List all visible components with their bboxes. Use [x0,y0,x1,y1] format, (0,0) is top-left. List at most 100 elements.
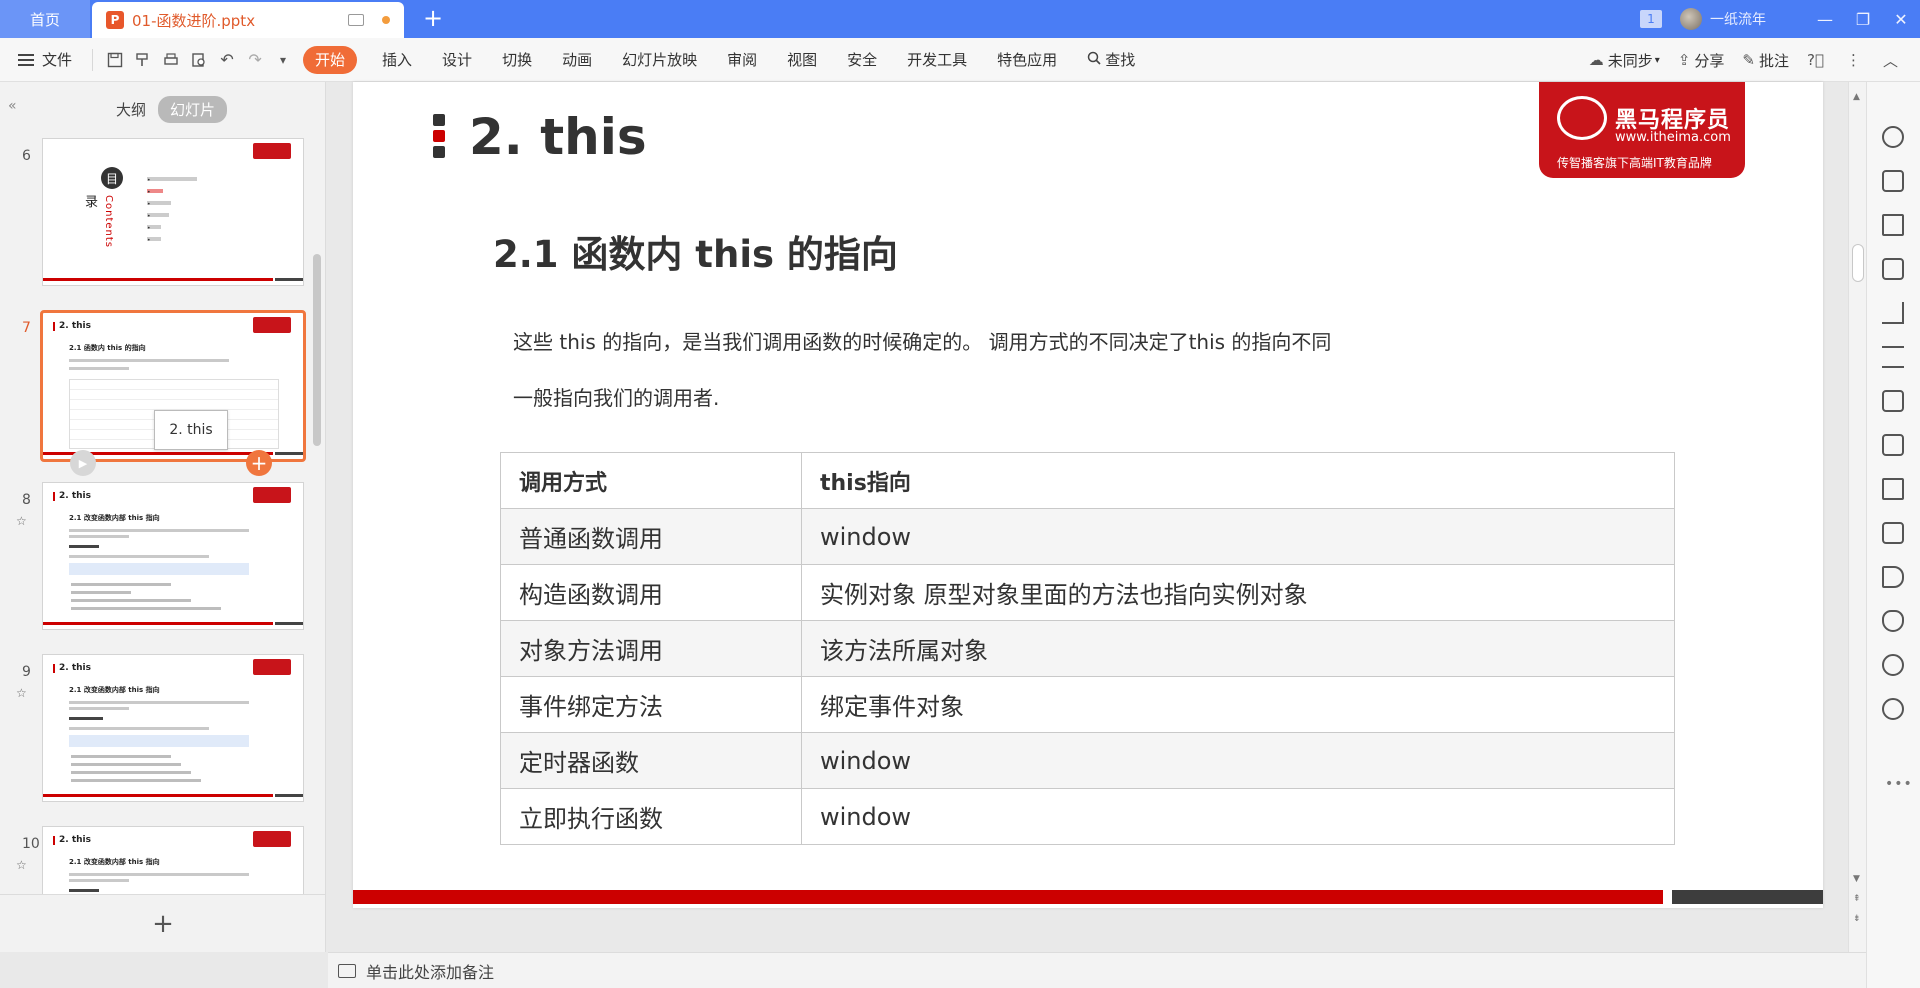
toc-item [147,225,161,229]
window-count-badge[interactable]: 1 [1640,10,1662,28]
tab-slideshow[interactable]: 幻灯片放映 [607,46,712,74]
archive-icon[interactable] [1882,478,1904,500]
collapse-ribbon-button[interactable]: ︿ [1883,50,1902,71]
tab-insert[interactable]: 插入 [367,46,427,74]
tab-developer[interactable]: 开发工具 [892,46,982,74]
menu-icon [18,53,34,66]
user-name[interactable]: 一纸流年 [1710,9,1766,29]
help-circle-icon[interactable] [1882,698,1904,720]
table-row: 定时器函数 window [500,732,1675,789]
canvas-scrollbar[interactable]: ▲ ▼ ⇞ ⇟ [1848,82,1866,952]
slide-heading[interactable]: 2.1 函数内 this 的指向 [493,224,898,278]
table-header-cell: this指向 [801,452,1675,509]
slide-thumbnail-8[interactable]: 2. this 2.1 改变函数内部 this 指向 [42,482,304,630]
slide-thumbnail-10[interactable]: 2. this 2.1 改变函数内部 this 指向 [42,826,304,894]
settings-sliders-icon[interactable] [1882,346,1904,368]
print-preview-icon[interactable] [185,46,213,74]
scroll-up-icon[interactable]: ▲ [1853,92,1860,102]
thumb-logo [253,487,291,503]
tab-view[interactable]: 视图 [772,46,832,74]
insert-slide-button[interactable]: + [246,450,272,476]
save-icon[interactable] [101,46,129,74]
thumb-text-line [69,535,129,538]
image-icon[interactable] [1882,522,1904,544]
shield-icon[interactable] [1882,610,1904,632]
comment-icon: ✎ [1742,51,1755,69]
brand-logo: 黑马程序员 www.itheima.com 传智播客旗下高端IT教育品牌 [1539,82,1745,178]
thumb-text-line [71,771,191,774]
print-icon[interactable] [157,46,185,74]
thumb-subtitle: 2.1 函数内 this 的指向 [69,344,146,352]
play-icon[interactable]: ▶ [70,450,96,476]
collapse-panel-icon[interactable]: « [8,98,17,114]
tab-transition[interactable]: 切换 [487,46,547,74]
image-gallery-icon[interactable] [1882,390,1904,412]
table-row: 事件绑定方法 绑定事件对象 [500,676,1675,733]
notes-bar[interactable]: 单击此处添加备注 [328,952,1866,988]
document-tab-title: 01-函数进阶.pptx [132,11,256,30]
sync-button[interactable]: ☁ 未同步 ▾ [1589,50,1660,71]
slide-library-icon[interactable] [1882,170,1904,192]
next-slide-icon[interactable]: ⇟ [1853,914,1861,924]
tab-security[interactable]: 安全 [832,46,892,74]
tab-outline[interactable]: 大纲 [104,96,158,123]
comment-button[interactable]: ✎ 批注 [1742,50,1789,71]
tab-review[interactable]: 审阅 [712,46,772,74]
help-button[interactable]: ?⃝ [1807,51,1828,69]
scrollbar-thumb[interactable] [1852,244,1864,282]
slide-paragraph-1[interactable]: 这些 this 的指向，是当我们调用函数的时候确定的。 调用方式的不同决定了th… [513,326,1331,355]
avatar[interactable] [1680,8,1702,30]
thumb-text-line [69,889,99,892]
title-tab-bar: 首页 P 01-函数进阶.pptx + 1 一纸流年 — ❐ ✕ [0,0,1920,38]
slide-title[interactable]: 2. this [469,108,647,166]
customize-chevron-icon[interactable]: ▾ [269,46,297,74]
help-icon: ?⃝ [1807,51,1824,69]
window-controls: 1 一纸流年 — ❐ ✕ [1640,0,1920,38]
layers-icon[interactable] [1882,214,1904,236]
grid-icon[interactable] [1882,258,1904,280]
more-button[interactable]: ⋮ [1846,51,1865,69]
slide-thumbnail-9[interactable]: 2. this 2.1 改变函数内部 this 指向 [42,654,304,802]
tab-document[interactable]: P 01-函数进阶.pptx [92,2,404,38]
previous-slide-icon[interactable]: ⇞ [1853,894,1861,904]
slide-thumbnail-6[interactable]: 目 录 Contents [42,138,304,286]
export-icon[interactable] [1882,434,1904,456]
format-painter-icon[interactable] [129,46,157,74]
restore-button[interactable]: ❐ [1844,0,1882,38]
thumbnail-scrollbar[interactable] [313,254,321,446]
chart-icon[interactable] [1882,302,1904,324]
ppt-file-icon: P [106,11,124,29]
thumb-text-line [71,591,131,594]
speaker-icon[interactable] [1882,566,1904,588]
magic-icon[interactable] [1882,126,1904,148]
this-binding-table[interactable]: 调用方式 this指向 普通函数调用 window 构造函数调用 实例对象 原型… [500,452,1675,845]
search-button[interactable]: 查找 [1072,46,1150,74]
tab-slides[interactable]: 幻灯片 [158,96,228,123]
thumb-text-line [71,583,171,586]
undo-icon[interactable]: ↶ [213,46,241,74]
close-button[interactable]: ✕ [1882,0,1920,38]
history-icon[interactable] [1882,654,1904,676]
thumb-dark-bar [275,794,303,797]
tab-animation[interactable]: 动画 [547,46,607,74]
redo-icon[interactable]: ↷ [241,46,269,74]
thumb-text-line [71,763,181,766]
share-button[interactable]: ⇪ 分享 [1678,50,1725,71]
tab-start[interactable]: 开始 [303,45,358,74]
file-menu-button[interactable]: 文件 [18,49,72,70]
add-slide-button[interactable]: + [0,894,326,952]
chevron-down-icon: ▾ [1654,54,1660,66]
tab-special[interactable]: 特色应用 [982,46,1072,74]
more-horizontal-icon[interactable]: ••• [1885,776,1913,792]
minimize-button[interactable]: — [1806,0,1844,38]
slide-paragraph-2[interactable]: 一般指向我们的调用者. [513,382,719,411]
scroll-down-icon[interactable]: ▼ [1853,874,1860,884]
tab-design[interactable]: 设计 [427,46,487,74]
monitor-icon[interactable] [348,14,364,26]
thumb-text-line [69,879,129,882]
thumb-dark-bar [275,278,303,281]
new-tab-button[interactable]: + [420,6,446,32]
tab-home[interactable]: 首页 [0,0,90,38]
slide-7[interactable]: 2. this 黑马程序员 www.itheima.com 传智播客旗下高端IT… [353,82,1823,908]
notes-placeholder[interactable]: 单击此处添加备注 [366,959,494,983]
